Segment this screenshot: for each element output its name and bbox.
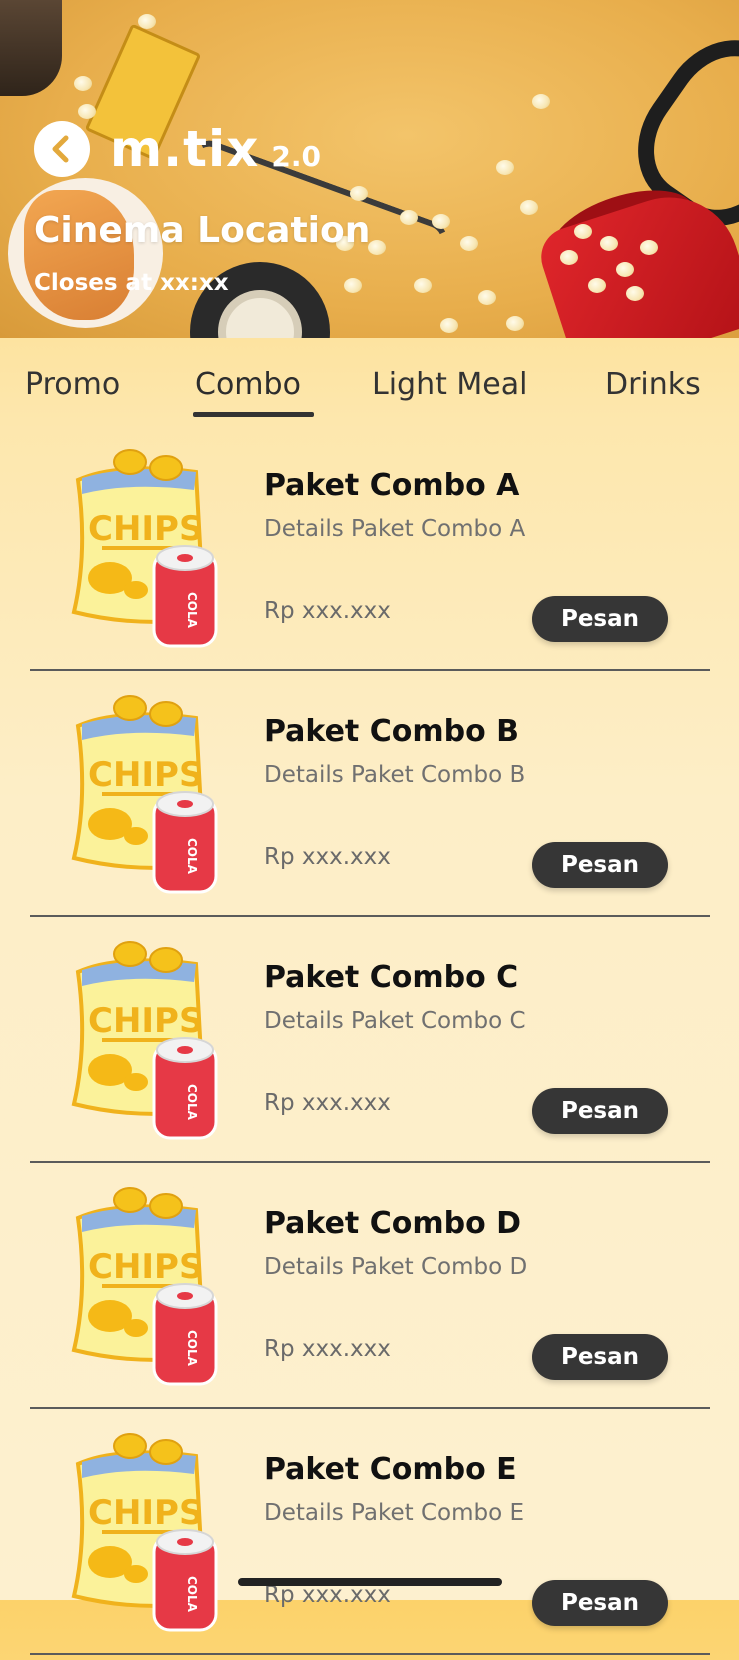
header-row: m.tix 2.0 — [34, 120, 321, 178]
item-details: Details Paket Combo D — [264, 1254, 528, 1280]
item-name: Paket Combo E — [264, 1452, 517, 1487]
item-name: Paket Combo C — [264, 960, 519, 995]
svg-text:CHIPS: CHIPS — [88, 1493, 203, 1533]
tab-promo[interactable]: Promo — [25, 367, 120, 402]
item-price: Rp xxx.xxx — [264, 598, 391, 624]
order-button[interactable]: Pesan — [532, 1334, 668, 1380]
chips-cola-image: CHIPS COLA — [71, 695, 218, 894]
popcorn-piece — [600, 236, 618, 251]
combo-item-4[interactable]: CHIPS COLA Paket Combo E Details Paket C… — [0, 1414, 739, 1660]
item-details: Details Paket Combo C — [264, 1008, 526, 1034]
item-divider — [30, 1653, 710, 1655]
combo-item-3[interactable]: CHIPS COLA Paket Combo D Details Paket C… — [0, 1168, 739, 1414]
cinema-title: Cinema Location — [34, 210, 371, 251]
tab-combo[interactable]: Combo — [195, 367, 301, 402]
order-button[interactable]: Pesan — [532, 1580, 668, 1626]
closing-time: Closes at xx:xx — [34, 270, 229, 296]
popcorn-piece — [344, 278, 362, 293]
item-price: Rp xxx.xxx — [264, 1090, 391, 1116]
order-button[interactable]: Pesan — [532, 1088, 668, 1134]
logo-version: 2.0 — [271, 140, 321, 173]
svg-text:COLA: COLA — [185, 838, 199, 875]
chips-cola-image: CHIPS COLA — [71, 449, 218, 648]
logo-text: m.tix — [110, 120, 260, 178]
app-logo: m.tix 2.0 — [110, 120, 321, 178]
order-button[interactable]: Pesan — [532, 842, 668, 888]
svg-text:COLA: COLA — [185, 1084, 199, 1121]
item-details: Details Paket Combo A — [264, 516, 526, 542]
popcorn-piece — [496, 160, 514, 175]
item-name: Paket Combo B — [264, 714, 519, 749]
popcorn-piece — [460, 236, 478, 251]
popcorn-piece — [432, 214, 450, 229]
chips-cola-image: CHIPS COLA — [71, 1433, 218, 1632]
hero-banner: m.tix 2.0 Cinema Location Closes at xx:x… — [0, 0, 739, 338]
item-price: Rp xxx.xxx — [264, 844, 391, 870]
popcorn-piece — [574, 224, 592, 239]
chevron-left-icon — [52, 135, 69, 163]
popcorn-piece — [350, 186, 368, 201]
home-indicator — [238, 1578, 502, 1586]
svg-text:COLA: COLA — [185, 1576, 199, 1613]
svg-text:CHIPS: CHIPS — [88, 1247, 203, 1287]
combo-list: CHIPS COLA Paket Combo A Details Paket C… — [0, 430, 739, 1660]
item-details: Details Paket Combo B — [264, 762, 526, 788]
popcorn-piece — [520, 200, 538, 215]
popcorn-piece — [640, 240, 658, 255]
back-button[interactable] — [34, 121, 90, 177]
svg-text:CHIPS: CHIPS — [88, 755, 203, 795]
active-tab-indicator — [193, 412, 314, 417]
popcorn-piece — [560, 250, 578, 265]
item-divider — [30, 669, 710, 671]
svg-text:CHIPS: CHIPS — [88, 1001, 203, 1041]
item-name: Paket Combo D — [264, 1206, 522, 1241]
popcorn-piece — [506, 316, 524, 331]
item-divider — [30, 1407, 710, 1409]
item-name: Paket Combo A — [264, 468, 520, 503]
item-divider — [30, 915, 710, 917]
svg-text:COLA: COLA — [185, 1330, 199, 1367]
category-tabs: Promo Combo Light Meal Drinks — [0, 355, 739, 417]
popcorn-piece — [78, 104, 96, 119]
svg-text:CHIPS: CHIPS — [88, 509, 203, 549]
popcorn-piece — [74, 76, 92, 91]
item-details: Details Paket Combo E — [264, 1500, 525, 1526]
popcorn-piece — [440, 318, 458, 333]
tab-drinks[interactable]: Drinks — [605, 367, 701, 402]
popcorn-piece — [616, 262, 634, 277]
chips-cola-image: CHIPS COLA — [71, 1187, 218, 1386]
popcorn-piece — [414, 278, 432, 293]
popcorn-piece — [626, 286, 644, 301]
popcorn-piece — [478, 290, 496, 305]
combo-item-1[interactable]: CHIPS COLA Paket Combo B Details Paket C… — [0, 676, 739, 922]
combo-item-2[interactable]: CHIPS COLA Paket Combo C Details Paket C… — [0, 922, 739, 1168]
svg-text:COLA: COLA — [185, 592, 199, 629]
combo-item-0[interactable]: CHIPS COLA Paket Combo A Details Paket C… — [0, 430, 739, 676]
order-button[interactable]: Pesan — [532, 596, 668, 642]
popcorn-piece — [138, 14, 156, 29]
popcorn-piece — [532, 94, 550, 109]
popcorn-bowl-image — [0, 0, 62, 96]
popcorn-piece — [368, 240, 386, 255]
popcorn-piece — [400, 210, 418, 225]
item-price: Rp xxx.xxx — [264, 1336, 391, 1362]
item-divider — [30, 1161, 710, 1163]
tab-light-meal[interactable]: Light Meal — [372, 367, 527, 402]
popcorn-piece — [588, 278, 606, 293]
chips-cola-image: CHIPS COLA — [71, 941, 218, 1140]
